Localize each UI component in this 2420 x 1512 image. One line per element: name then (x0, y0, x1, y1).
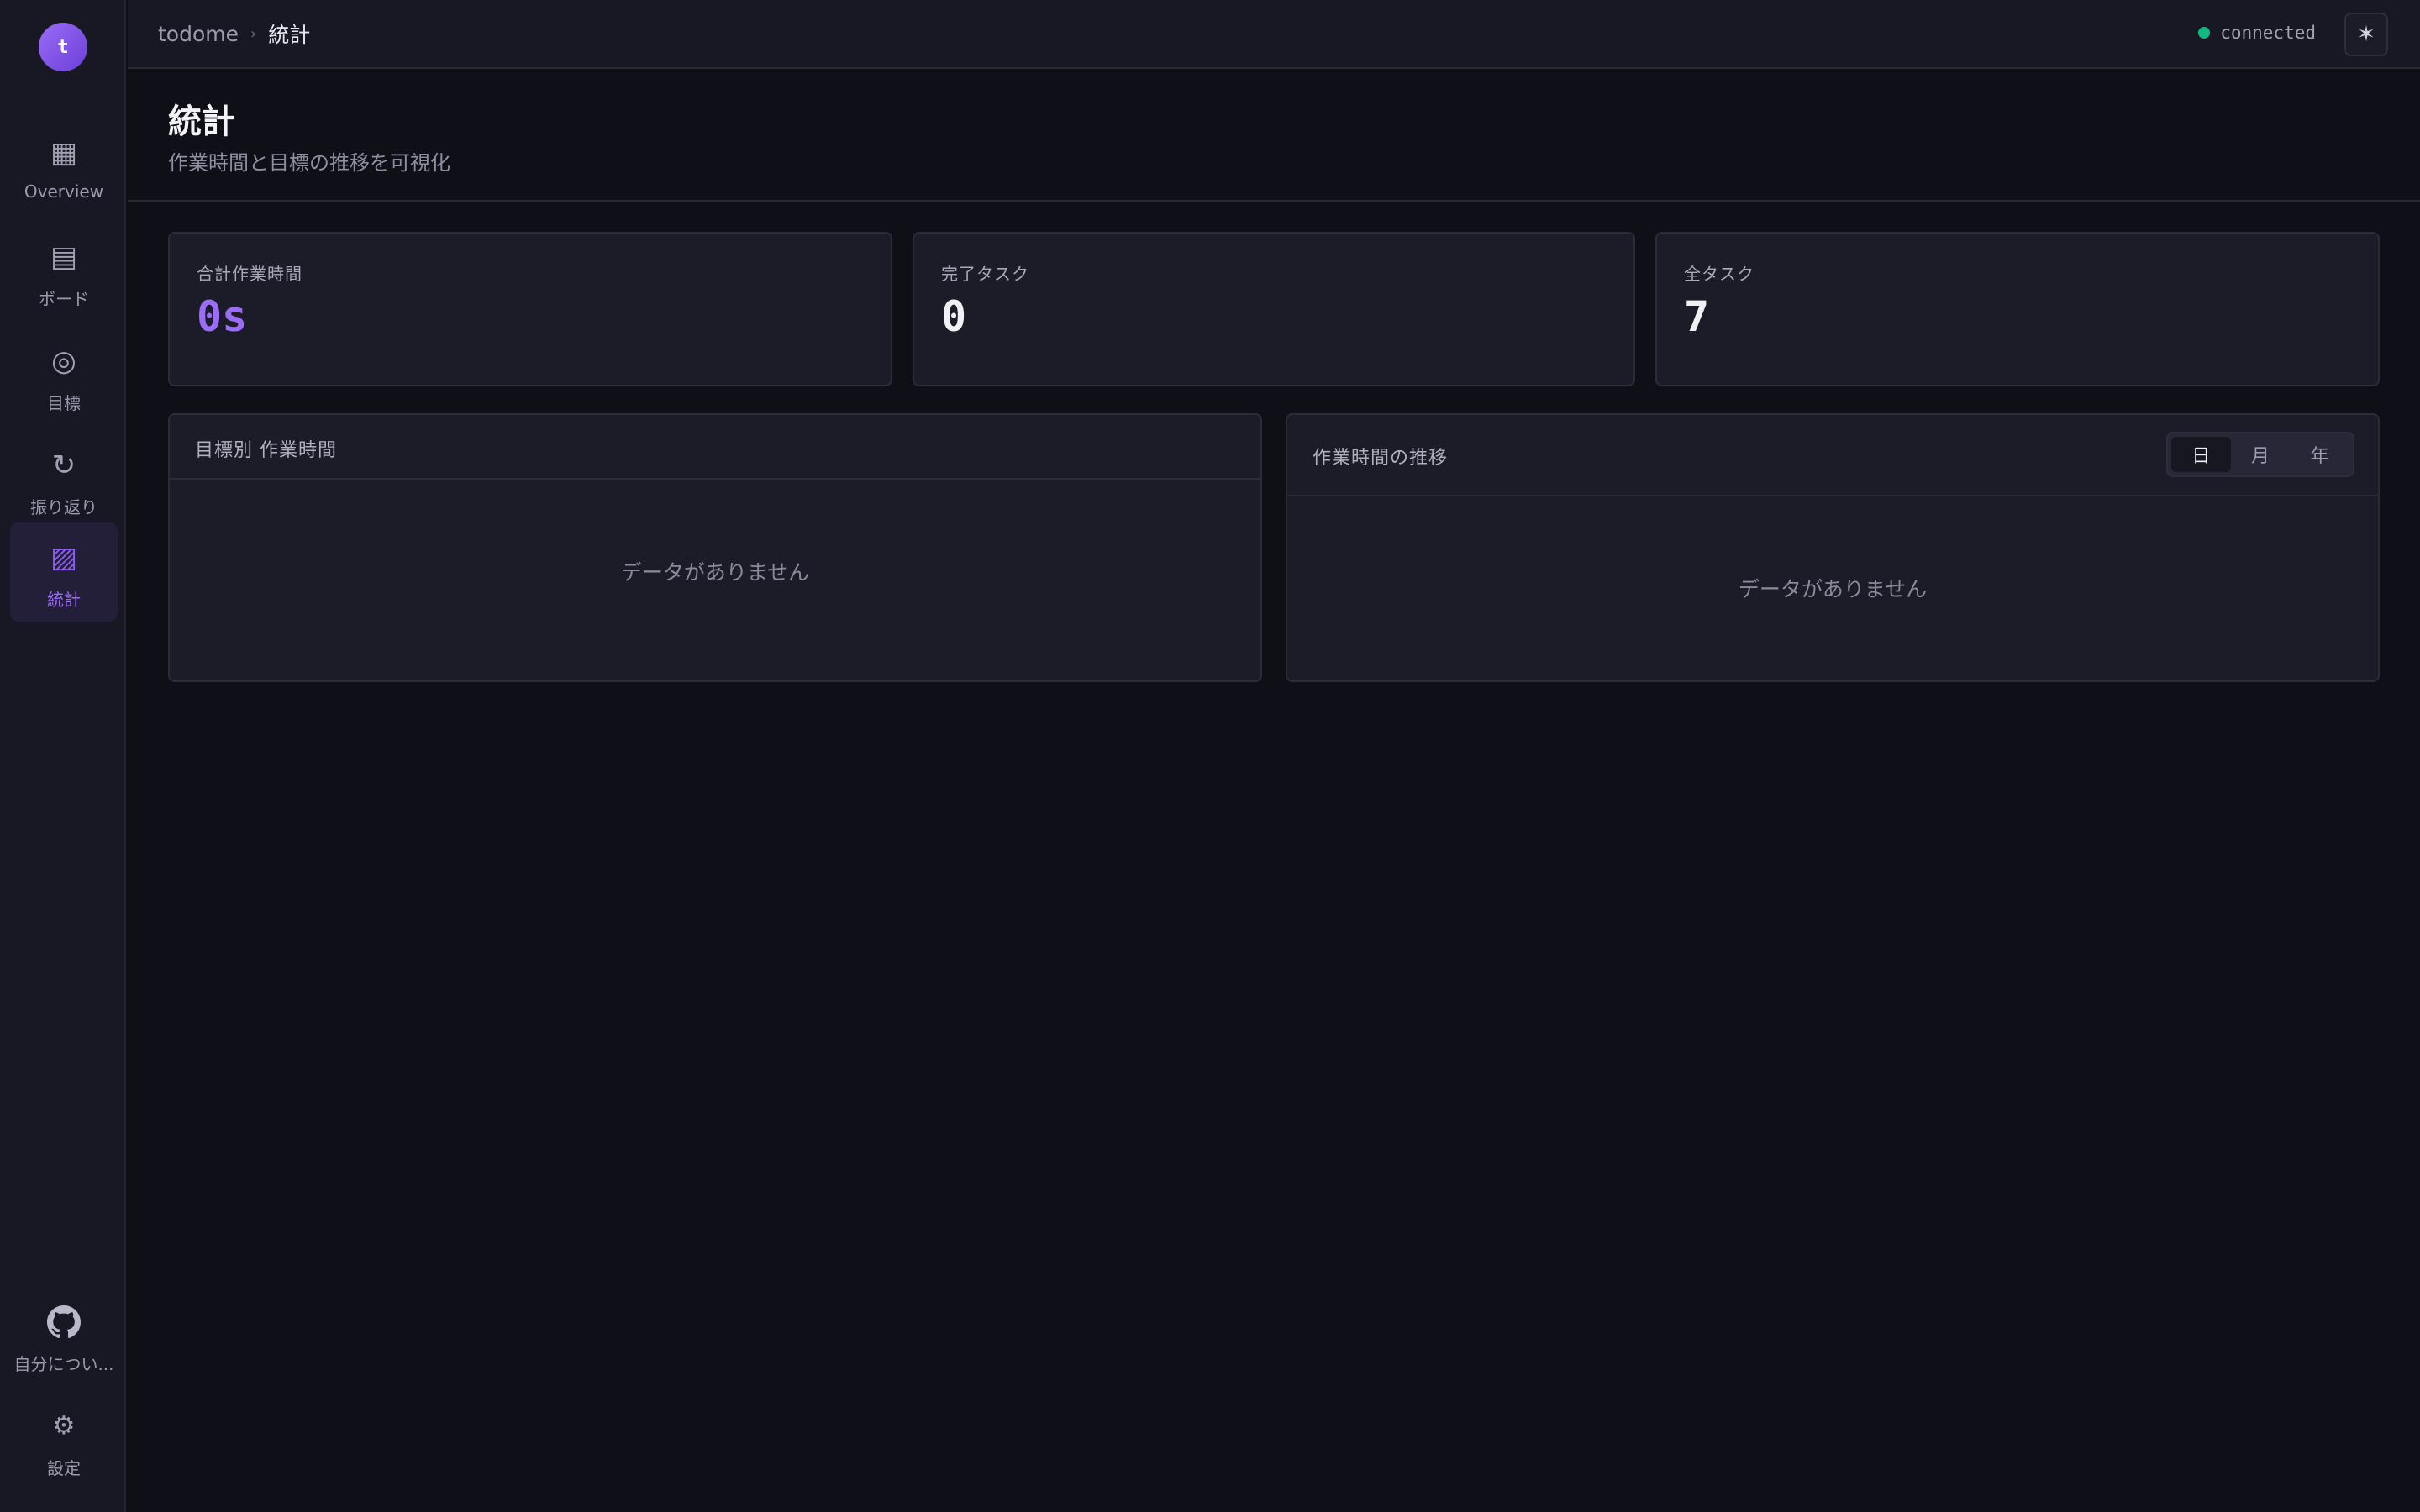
panel-time-trend: 作業時間の推移 日 月 年 データがありません (1286, 413, 2380, 682)
sidebar-item-label: 目標 (47, 393, 81, 413)
sun-icon: ✶ (2357, 22, 2375, 47)
sidebar-item-review[interactable]: ↻ 振り返り (10, 430, 118, 529)
stat-value: 0 (941, 292, 967, 341)
target-icon: ◎ (51, 344, 76, 378)
range-month-button[interactable]: 月 (2231, 437, 2291, 472)
grid-icon: ▦ (50, 136, 78, 170)
stat-label: 全タスク (1684, 264, 1754, 284)
board-icon: ▤ (50, 240, 78, 274)
range-year-button[interactable]: 年 (2290, 437, 2349, 472)
sidebar-item-about[interactable]: 自分につい... (10, 1287, 118, 1386)
breadcrumb: todome › 統計 (158, 18, 310, 49)
sidebar-item-label: 設定 (47, 1458, 81, 1478)
stat-label: 完了タスク (941, 264, 1029, 284)
panel-header: 目標別 作業時間 (170, 415, 1260, 480)
sidebar: t ▦ Overview ▤ ボード ◎ 目標 ↻ 振り返り ▨ 統計 自分につ… (0, 0, 126, 1512)
panel-title: 目標別 作業時間 (195, 440, 337, 461)
stat-card-completed-tasks: 完了タスク 0 (913, 232, 1635, 386)
github-icon (47, 1305, 81, 1339)
panel-time-by-goal: 目標別 作業時間 データがありません (168, 413, 1262, 682)
stat-card-all-tasks: 全タスク 7 (1655, 232, 2380, 386)
status-dot-icon (2198, 27, 2211, 39)
sidebar-item-label: 自分につい... (13, 1354, 114, 1374)
stat-card-total-time: 合計作業時間 0s (168, 232, 892, 386)
page-title: 統計 (168, 102, 235, 141)
breadcrumb-separator-icon: › (250, 24, 257, 43)
page-header: 統計 作業時間と目標の推移を可視化 (128, 71, 2420, 202)
sidebar-item-label: ボード (39, 289, 89, 309)
breadcrumb-current: 統計 (268, 23, 311, 47)
range-day-button[interactable]: 日 (2171, 437, 2231, 472)
empty-state-text: データがありません (620, 560, 810, 585)
sidebar-item-stats[interactable]: ▨ 統計 (10, 522, 118, 622)
stat-value: 0s (197, 292, 248, 341)
theme-toggle-button[interactable]: ✶ (2344, 13, 2388, 56)
stats-icon: ▨ (50, 541, 78, 575)
stat-value: 7 (1684, 292, 1710, 341)
sidebar-item-overview[interactable]: ▦ Overview (10, 118, 118, 217)
sidebar-item-goals[interactable]: ◎ 目標 (10, 326, 118, 425)
page-subtitle: 作業時間と目標の推移を可視化 (168, 151, 450, 175)
panel-header: 作業時間の推移 日 月 年 (1287, 415, 2378, 496)
refresh-icon: ↻ (51, 449, 76, 482)
sidebar-item-label: 振り返り (30, 497, 97, 517)
sidebar-item-label: 統計 (47, 590, 81, 610)
gear-icon: ⚙ (52, 1411, 76, 1441)
app-root: t ▦ Overview ▤ ボード ◎ 目標 ↻ 振り返り ▨ 統計 自分につ… (0, 0, 2420, 1512)
empty-state-text: データがありません (1738, 577, 1928, 601)
stat-label: 合計作業時間 (197, 264, 302, 284)
sidebar-item-board[interactable]: ▤ ボード (10, 222, 118, 321)
connection-status: connected (2198, 23, 2316, 43)
topbar: todome › 統計 connected ✶ (128, 0, 2420, 69)
panel-title: 作業時間の推移 (1313, 448, 1449, 469)
sidebar-item-label: Overview (24, 181, 104, 202)
avatar[interactable]: t (39, 23, 87, 71)
breadcrumb-root[interactable]: todome (158, 22, 239, 46)
status-text: connected (2220, 23, 2316, 43)
range-selector: 日 月 年 (2166, 432, 2354, 477)
sidebar-item-settings[interactable]: ⚙ 設定 (10, 1391, 118, 1490)
